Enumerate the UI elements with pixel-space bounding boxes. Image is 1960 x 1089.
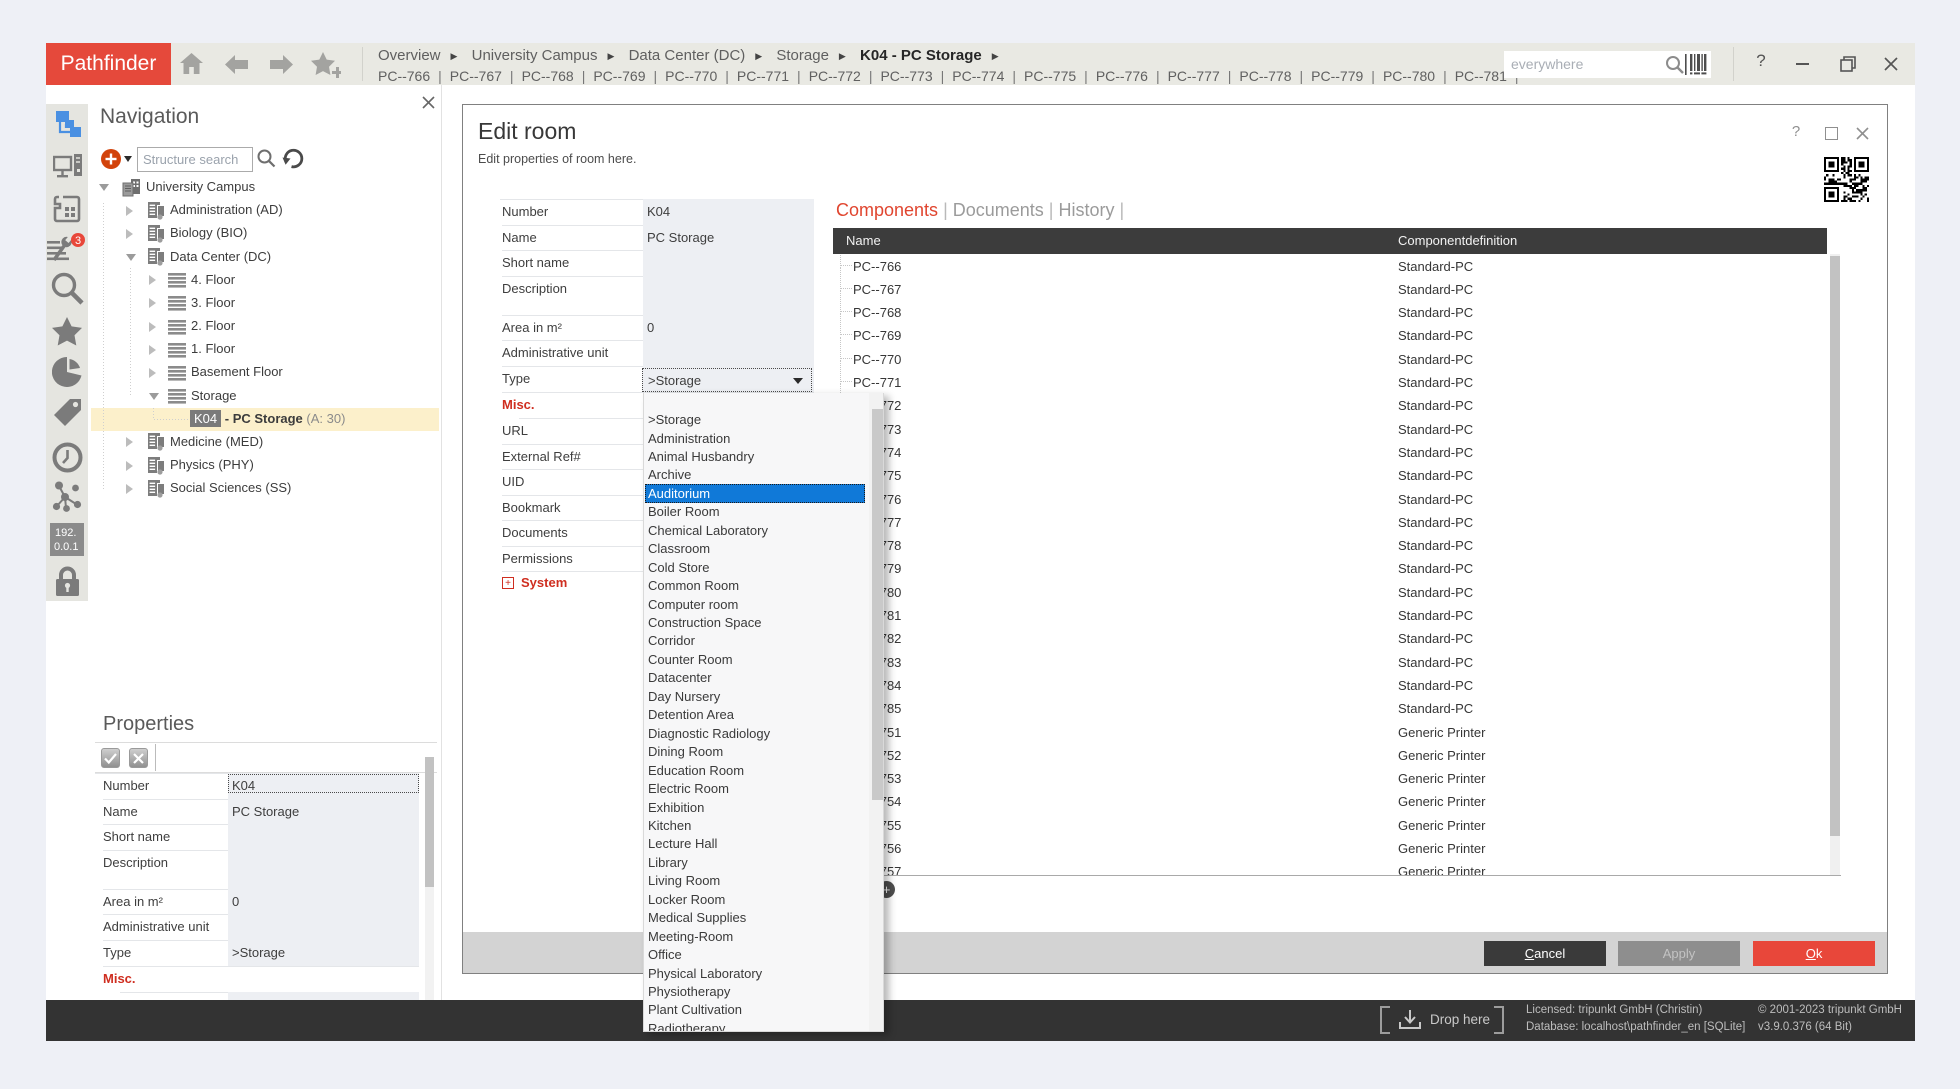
svg-text:3: 3	[75, 235, 81, 247]
svg-text:192.: 192.	[55, 527, 76, 539]
svg-text:0.0.1: 0.0.1	[54, 541, 78, 553]
